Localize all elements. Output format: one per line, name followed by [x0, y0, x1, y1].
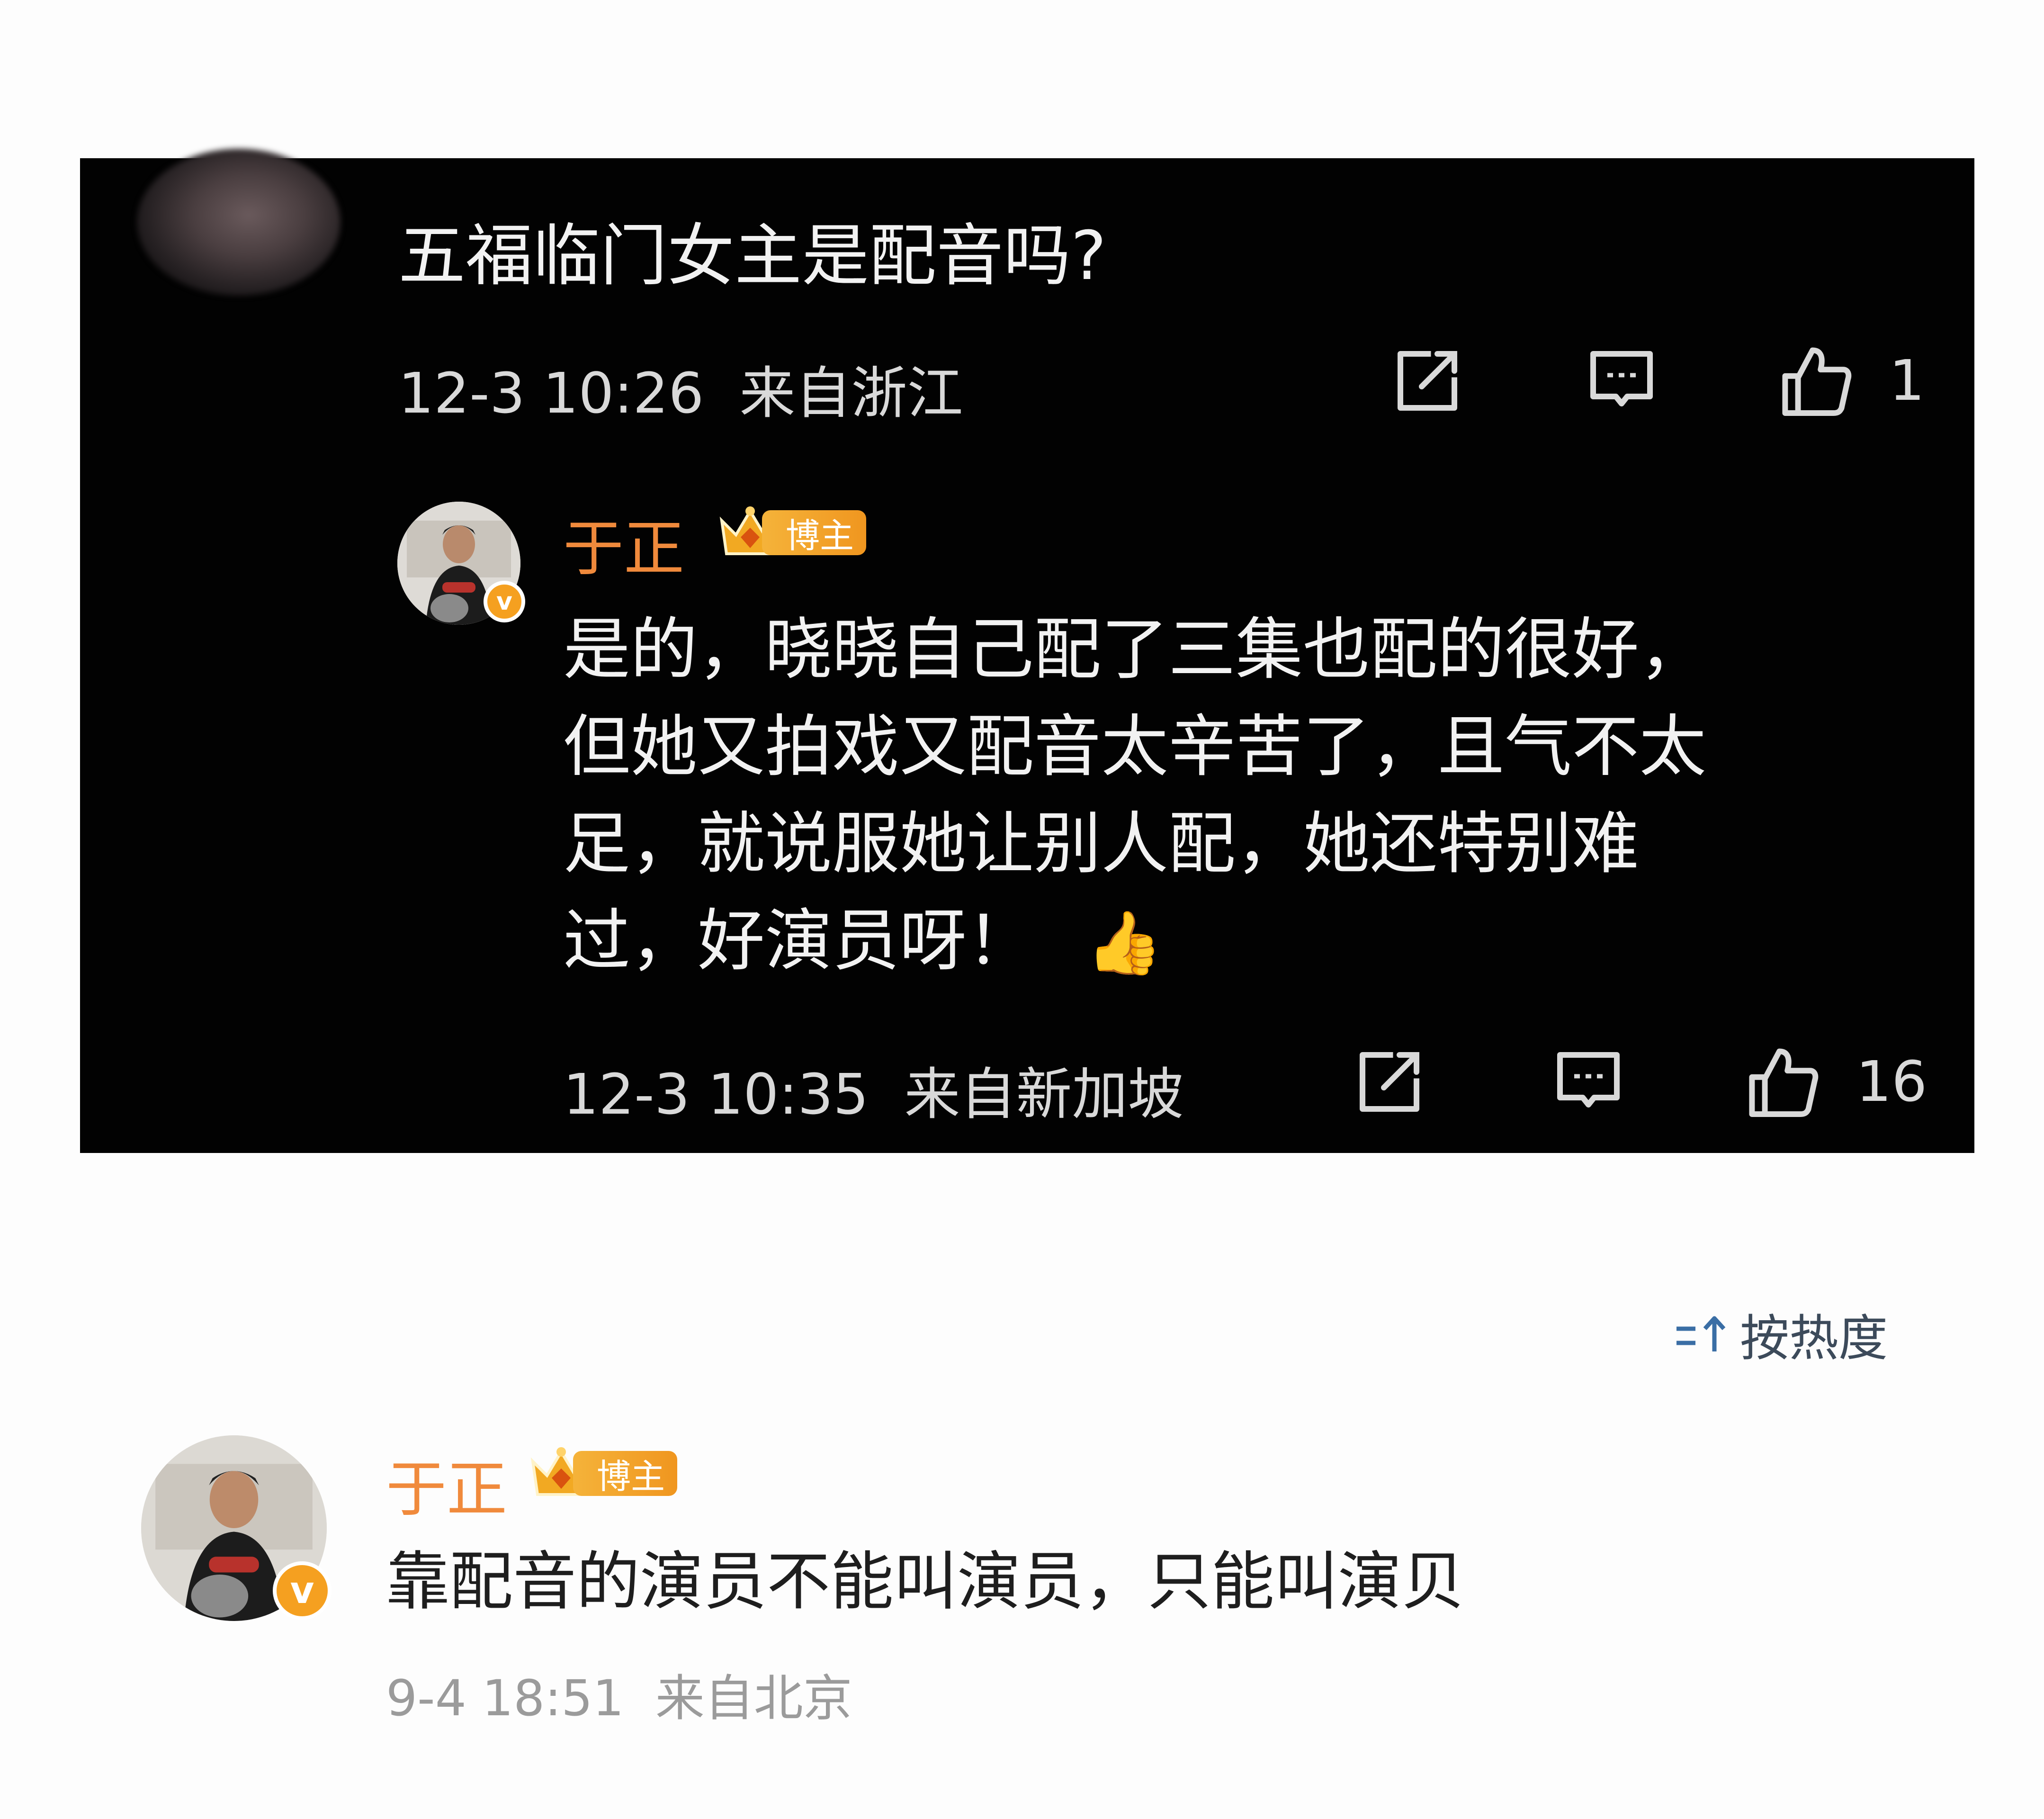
comment-username[interactable]: 于正 — [386, 1440, 507, 1528]
sort-label: 按热度 — [1740, 1309, 1888, 1367]
verified-v-icon: v — [273, 1561, 332, 1620]
sort-icon — [1676, 1316, 1726, 1351]
reply-line: 但她又拍戏又配音太辛苦了，且气不太 — [563, 708, 1706, 786]
like-icon[interactable] — [1775, 341, 1856, 421]
reply-time: 12-3 10:35 — [563, 1062, 869, 1127]
reply-meta: 12-3 10:35 来自新加坡 — [563, 1049, 1183, 1130]
thumbs-up-emoji: 👍 — [1086, 907, 1163, 979]
like-icon[interactable] — [1742, 1042, 1823, 1122]
sort-button[interactable]: 按热度 — [1672, 1300, 1918, 1367]
share-icon[interactable] — [1354, 1046, 1425, 1117]
avatar[interactable]: v — [141, 1435, 332, 1621]
reply-body: 是的，晓晓自己配了三集也配的很好， 但她又拍戏又配音太辛苦了，且气不太 足，就说… — [563, 601, 1706, 991]
question-text: 五福临门女主是配音吗? — [398, 217, 1107, 295]
question-like-count: 1 — [1889, 348, 1925, 413]
reply-like-count: 16 — [1856, 1049, 1927, 1114]
comment-badge: 博主 — [526, 1442, 753, 1504]
reply-line-text: 过，好演员呀！ — [563, 902, 1034, 980]
reply-username[interactable]: 于正 — [563, 499, 684, 587]
comment-text: 靠配音的演员不能叫演员，只能叫演贝 — [386, 1545, 1465, 1619]
comment-meta: 9-4 18:51 来自北京 — [386, 1658, 852, 1729]
dark-screenshot-panel: 五福临门女主是配音吗? 12-3 10:26 来自浙江 1 v 于正 博主 是的… — [80, 149, 1974, 1153]
reply-line: 是的，晓晓自己配了三集也配的很好， — [563, 611, 1706, 689]
badge-label: 博主 — [573, 1451, 678, 1496]
avatar[interactable]: v — [397, 502, 525, 625]
question-time: 12-3 10:26 — [398, 360, 704, 426]
comment-icon[interactable] — [1586, 345, 1657, 416]
reply-line: 足，就说服她让别人配，她还特别难 — [563, 805, 1639, 883]
reply-badge: 博主 — [715, 502, 942, 563]
comment-time: 9-4 18:51 — [386, 1669, 624, 1727]
reply-line: 过，好演员呀！ 👍 — [563, 892, 1706, 991]
question-meta: 12-3 10:26 来自浙江 — [398, 348, 963, 429]
comment-icon[interactable] — [1553, 1046, 1624, 1117]
blurred-avatar — [137, 149, 341, 296]
share-icon[interactable] — [1392, 345, 1463, 416]
comment-location: 来自北京 — [655, 1669, 852, 1727]
question-location: 来自浙江 — [739, 360, 963, 426]
badge-label: 博主 — [762, 510, 867, 556]
verified-v-icon: v — [484, 581, 525, 622]
reply-location: 来自新加坡 — [904, 1062, 1184, 1127]
